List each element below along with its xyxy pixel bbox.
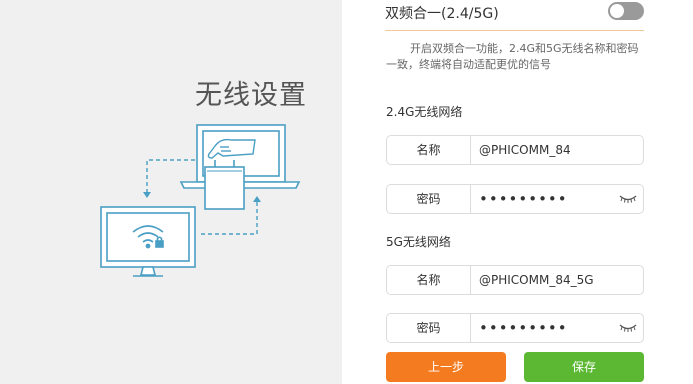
password-24g-label: 密码: [387, 185, 471, 213]
ssid-24g-label: 名称: [387, 136, 471, 164]
password-5g-input[interactable]: [479, 314, 619, 342]
section-title-5g: 5G无线网络: [386, 235, 451, 249]
page-title: 无线设置: [195, 80, 307, 111]
save-button[interactable]: 保存: [524, 352, 644, 382]
password-5g-field: 密码: [386, 313, 644, 343]
dual-band-row: 双频合一(2.4/5G): [385, 0, 644, 31]
left-panel: 无线设置: [0, 0, 342, 384]
ssid-5g-label: 名称: [387, 266, 471, 294]
wireless-setup-illustration: [100, 124, 301, 277]
password-5g-label: 密码: [387, 314, 471, 342]
prev-step-button[interactable]: 上一步: [386, 352, 506, 382]
dual-band-toggle[interactable]: [608, 2, 644, 20]
dual-band-label: 双频合一(2.4/5G): [385, 6, 499, 22]
bag-icon: [204, 160, 245, 210]
ssid-24g-field: 名称: [386, 135, 644, 165]
password-24g-field: 密码: [386, 184, 644, 214]
eye-closed-icon[interactable]: [619, 323, 637, 333]
ssid-24g-input[interactable]: [479, 136, 619, 164]
eye-closed-icon[interactable]: [619, 194, 637, 204]
dual-band-description: 开启双频合一功能，2.4G和5G无线名称和密码一致，终端将自动适配更优的信号: [386, 42, 639, 71]
ssid-5g-field: 名称: [386, 265, 644, 295]
ssid-5g-input[interactable]: [479, 266, 619, 294]
password-24g-input[interactable]: [479, 185, 619, 213]
toggle-knob: [610, 4, 624, 18]
section-title-24g: 2.4G无线网络: [386, 105, 463, 119]
monitor-icon: [100, 206, 196, 277]
